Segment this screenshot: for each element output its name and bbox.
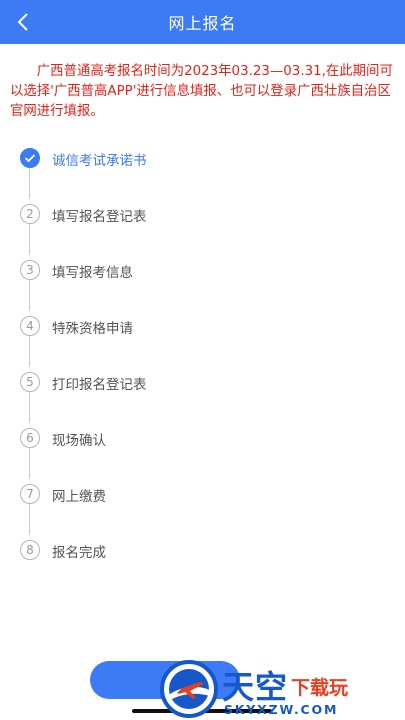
step-connector [29,504,30,535]
step-number: 5 [20,372,40,392]
site-watermark: 天空 下载玩 SKYXZW.COM [160,658,405,720]
step-connector [29,448,30,479]
top-nav-bar: 网上报名 [0,0,405,44]
step-connector [29,280,30,311]
step-connector [29,168,30,199]
step-registration-complete[interactable]: 8 报名完成 [0,538,405,562]
step-online-payment[interactable]: 7 网上缴费 [0,482,405,506]
step-number: 2 [20,204,40,224]
step-number: 3 [20,260,40,280]
step-connector [29,392,30,423]
step-label: 报名完成 [52,545,106,561]
step-label: 填写报考信息 [52,265,133,281]
step-status [20,148,40,168]
step-label: 现场确认 [52,433,106,449]
registration-notice: 广西普通高考报名时间为2023年03.23—03.31,在此期间可以选择'广西普… [10,64,393,119]
step-honesty-pledge[interactable]: 诚信考试承诺书 [0,146,405,170]
step-connector [29,336,30,367]
step-special-qualification[interactable]: 4 特殊资格申请 [0,314,405,338]
step-print-registration-form[interactable]: 5 打印报名登记表 [0,370,405,394]
step-label: 填写报名登记表 [52,209,147,225]
watermark-subtitle: 下载玩 [291,677,349,699]
step-fill-registration-form[interactable]: 2 填写报名登记表 [0,202,405,226]
step-label: 网上缴费 [52,489,106,505]
chevron-left-icon [17,13,28,31]
step-label: 诚信考试承诺书 [52,153,147,169]
watermark-logo-icon [160,660,218,718]
step-number: 4 [20,316,40,336]
step-number: 6 [20,428,40,448]
step-fill-exam-info[interactable]: 3 填写报考信息 [0,258,405,282]
step-onsite-confirmation[interactable]: 6 现场确认 [0,426,405,450]
step-number: 7 [20,484,40,504]
check-icon [24,154,36,163]
step-label: 特殊资格申请 [52,321,133,337]
step-connector [29,224,30,255]
page-title: 网上报名 [168,14,237,33]
watermark-url: SKYXZW.COM [224,702,339,717]
step-label: 打印报名登记表 [52,377,147,393]
back-button[interactable] [6,0,40,44]
step-number: 8 [20,540,40,560]
